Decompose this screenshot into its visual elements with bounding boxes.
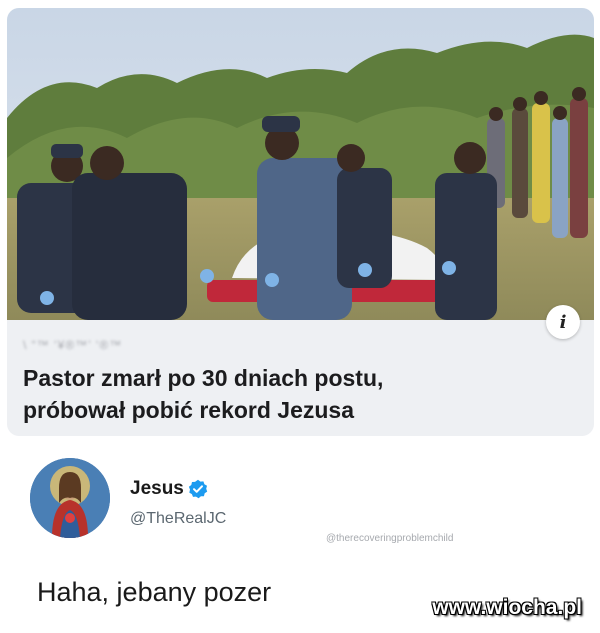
article-headline[interactable]: Pastor zmarł po 30 dniach postu, próbowa… [23, 362, 563, 426]
news-article-card[interactable]: i \ “™ ‘¥®™’ ‘®™ Pastor zmarł po 30 dnia… [7, 8, 594, 436]
verified-badge-icon [188, 479, 208, 499]
username-watermark: @therecoveringproblemchild [326, 533, 454, 544]
site-watermark: www.wiocha.pl [432, 596, 582, 619]
article-source-blurred: \ “™ ‘¥®™’ ‘®™ [23, 338, 123, 352]
user-handle[interactable]: @TheRealJC [130, 510, 226, 528]
name-row: Jesus [130, 478, 208, 500]
display-name[interactable]: Jesus [130, 478, 184, 500]
tweet-text: Haha, jebany pozer [37, 577, 272, 607]
avatar[interactable] [30, 458, 110, 538]
info-icon[interactable]: i [546, 305, 580, 339]
headline-line-2: próbował pobić rekord Jezusa [23, 397, 355, 423]
avatar-image [30, 458, 110, 538]
headline-line-1: Pastor zmarł po 30 dniach postu, [23, 365, 384, 391]
article-photo [7, 8, 594, 320]
